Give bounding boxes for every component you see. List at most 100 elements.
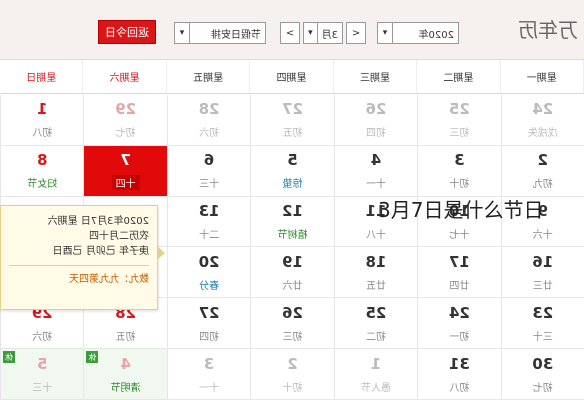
- day-cell[interactable]: 1 愚人节: [333, 349, 418, 400]
- day-cell[interactable]: 3 初十: [417, 145, 501, 197]
- lunar-label: 廿三: [532, 280, 553, 292]
- lunar-label: 清明节: [110, 382, 141, 394]
- day-cell[interactable]: 18 廿五: [333, 247, 418, 299]
- day-cell[interactable]: 13 二十: [166, 196, 251, 248]
- day-number: 26: [282, 303, 303, 322]
- day-cell[interactable]: 27 初五: [250, 95, 334, 146]
- lunar-label: 初二: [365, 331, 386, 343]
- day-cell[interactable]: 1 初八: [0, 95, 84, 146]
- day-cell[interactable]: 2 初十: [250, 349, 334, 400]
- day-cell[interactable]: 4 十一: [333, 145, 418, 197]
- popup-pointer: [157, 246, 165, 260]
- lunar-label: 初三: [282, 331, 303, 343]
- day-number: 25: [365, 303, 387, 322]
- lunar-label: 戊戌失: [527, 128, 558, 140]
- day-number: 17: [448, 252, 470, 271]
- day-number: 4: [120, 354, 131, 373]
- day-cell[interactable]: 25 初三: [417, 95, 501, 146]
- holiday-select[interactable]: 节假日安排 ▾: [174, 22, 266, 44]
- lunar-label: 惊蛰: [282, 179, 303, 191]
- weekday-header: 星期一 星期二 星期三 星期四 星期五 星期六 星期日: [0, 60, 584, 94]
- day-cell[interactable]: 2 初九: [500, 145, 584, 197]
- lunar-label: 妇女节: [27, 179, 58, 191]
- popup-date: 2020年3月7日 星期六: [47, 216, 149, 227]
- lunar-label: 初六: [199, 128, 220, 140]
- day-cell[interactable]: 25 初二: [333, 298, 418, 350]
- lunar-label: 廿六: [282, 280, 303, 292]
- day-number: 7: [120, 151, 131, 170]
- weekday-thu: 星期四: [250, 60, 334, 93]
- month-select[interactable]: 3月 ▾: [303, 22, 343, 44]
- day-number: 25: [448, 100, 470, 119]
- day-cell[interactable]: 26 初三: [250, 298, 334, 350]
- lunar-label: 十六: [532, 230, 553, 242]
- year-select[interactable]: 2020年 ▾: [377, 22, 459, 44]
- day-number: 19: [282, 252, 303, 271]
- lunar-label: 初八: [449, 382, 470, 394]
- day-number: 18: [365, 252, 387, 271]
- day-cell[interactable]: 29 初七: [83, 95, 167, 146]
- day-cell[interactable]: 4 清明节 休: [83, 349, 167, 400]
- lunar-label: 十八: [365, 230, 386, 242]
- popup-lunar-date: 农历二月十四: [89, 231, 149, 242]
- day-cell[interactable]: 28 初六: [166, 95, 251, 146]
- lunar-label: 十一: [199, 382, 220, 394]
- prev-month-button[interactable]: <: [346, 22, 366, 44]
- day-cell[interactable]: 16 廿三: [500, 247, 584, 299]
- popup-ganzhi: 庚子年 己卯月 己酉日: [52, 246, 149, 257]
- day-cell[interactable]: 8 妇女节: [0, 145, 84, 197]
- day-cell[interactable]: 24 戊戌失: [500, 95, 584, 146]
- day-cell[interactable]: 19 廿六: [250, 247, 334, 299]
- day-number: 3: [454, 151, 465, 170]
- day-cell[interactable]: 23 三十: [500, 298, 584, 350]
- day-cell[interactable]: 30 初七: [500, 349, 584, 400]
- day-number: 13: [198, 202, 220, 221]
- lunar-label: 初四: [199, 331, 220, 343]
- day-cell[interactable]: 26 初四: [333, 95, 418, 146]
- day-number: 2: [537, 151, 549, 170]
- lunar-label: 廿四: [449, 280, 470, 292]
- lunar-label: 二十: [199, 230, 220, 242]
- day-number: 4: [370, 151, 382, 170]
- chevron-down-icon: ▾: [304, 23, 318, 43]
- day-cell[interactable]: 12 植树节: [250, 196, 334, 248]
- day-cell[interactable]: 5 惊蛰: [250, 145, 334, 197]
- day-cell[interactable]: 27 初四: [166, 298, 251, 350]
- day-cell[interactable]: 20 春分: [166, 247, 251, 299]
- day-cell[interactable]: 24 初一: [417, 298, 501, 350]
- day-number: 27: [282, 100, 303, 119]
- lunar-label: 初九: [532, 179, 553, 191]
- calendar-toolbar: 万年历 2020年 ▾ < 3月 ▾ > 节假日安排 ▾ 返回今日: [0, 0, 584, 60]
- day-number: 20: [198, 252, 220, 271]
- day-cell[interactable]: 31 初八: [417, 349, 501, 400]
- lunar-label: 初十: [449, 179, 470, 191]
- day-number: 31: [448, 354, 470, 373]
- lunar-label: 初一: [449, 331, 470, 343]
- day-cell[interactable]: 3 十一: [166, 349, 251, 400]
- lunar-label: 初五: [115, 331, 136, 343]
- day-number: 30: [532, 354, 554, 373]
- lunar-label: 初五: [282, 128, 303, 140]
- day-number: 28: [198, 100, 220, 119]
- day-number: 27: [198, 303, 220, 322]
- month-select-value: 3月: [321, 29, 338, 41]
- lunar-label: 十七: [449, 230, 470, 242]
- lunar-label: 初七: [115, 128, 136, 140]
- lunar-label: 十三: [199, 179, 220, 191]
- date-detail-popup: 2020年3月7日 星期六 农历二月十四 庚子年 己卯月 己酉日 数九：九九第四…: [0, 205, 165, 310]
- day-cell[interactable]: 7 十四: [83, 145, 167, 197]
- today-button[interactable]: 返回今日: [98, 20, 156, 44]
- year-select-value: 2020年: [418, 29, 454, 41]
- lunar-label: 初十: [282, 382, 303, 394]
- weekday-sat: 星期六: [83, 60, 167, 93]
- lunar-label: 十四: [111, 175, 140, 191]
- popup-shujiu: 数九：九九第四天: [69, 274, 149, 285]
- lunar-label: 初三: [449, 128, 470, 140]
- day-number: 1: [37, 100, 48, 119]
- weekday-tue: 星期二: [417, 60, 501, 93]
- day-cell[interactable]: 6 十三: [166, 145, 251, 197]
- next-month-button[interactable]: >: [280, 22, 300, 44]
- day-cell[interactable]: 5 十三 休: [0, 349, 84, 400]
- lunar-label: 廿五: [365, 280, 386, 292]
- day-cell[interactable]: 17 廿四: [417, 247, 501, 299]
